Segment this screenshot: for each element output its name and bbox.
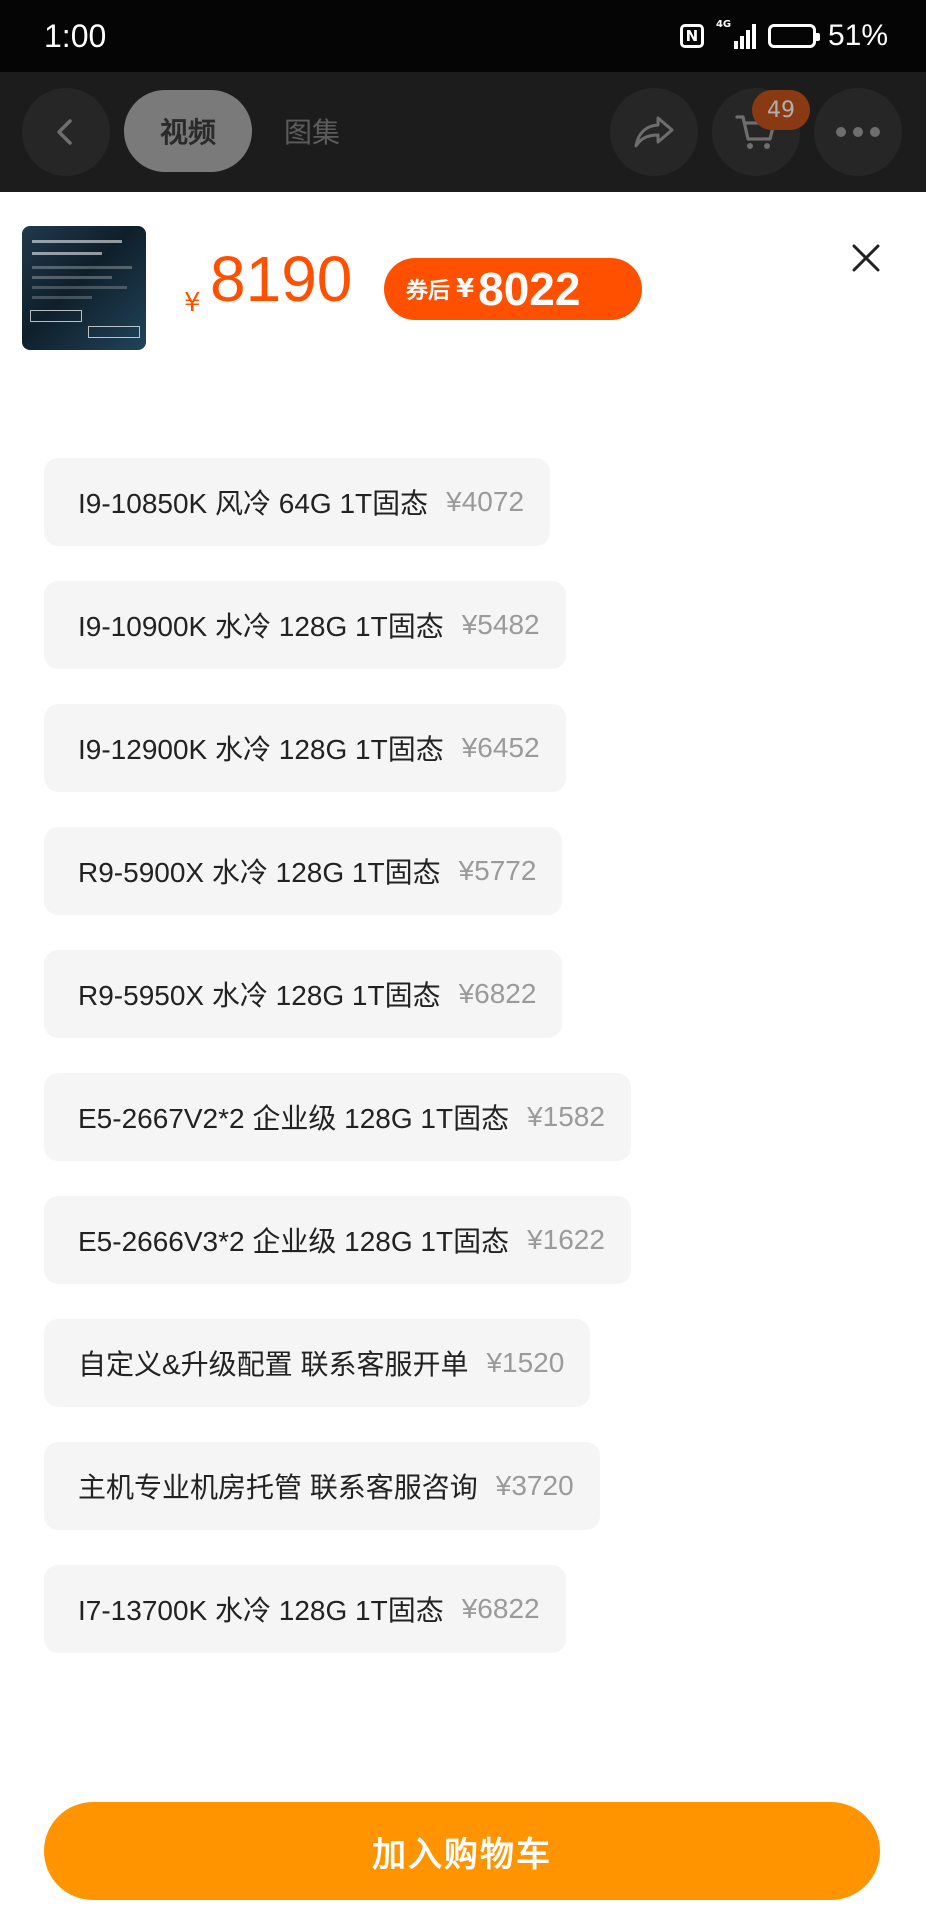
sku-option-price: ¥5772 (458, 855, 537, 886)
sku-option-label: I7-13700K 水冷 128G 1T固态 (78, 1595, 444, 1626)
sku-selector-sheet: ¥ 8190 券后 ¥ 8022 I9-10850K 风冷 64G 1T固态 ¥4… (0, 192, 926, 1920)
tab-gallery[interactable]: 图集 (284, 90, 340, 172)
more-icon (836, 127, 880, 137)
close-icon (852, 244, 880, 272)
sku-option[interactable]: I7-13700K 水冷 128G 1T固态 ¥6822 (44, 1565, 566, 1653)
sku-option[interactable]: I9-10900K 水冷 128G 1T固态 ¥5482 (44, 581, 566, 669)
sku-option-label: 自定义&升级配置 联系客服开单 (78, 1349, 469, 1380)
sku-option-label: 主机专业机房托管 联系客服咨询 (78, 1472, 478, 1503)
product-price: 8190 (210, 243, 353, 315)
coupon-price: 8022 (478, 263, 581, 315)
sku-option-label: R9-5900X 水冷 128G 1T固态 (78, 857, 441, 888)
back-arrow-icon (57, 119, 72, 145)
sku-option-label: I9-10850K 风冷 64G 1T固态 (78, 488, 429, 519)
nfc-icon: N (679, 24, 704, 48)
share-icon (634, 116, 674, 148)
top-nav: 视频 图集 49 (0, 72, 926, 192)
status-time: 1:00 (44, 17, 107, 54)
sku-option-label: I9-12900K 水冷 128G 1T固态 (78, 734, 444, 765)
coupon-price-badge: 券后 ¥ 8022 (384, 258, 642, 320)
sku-options-list: I9-10850K 风冷 64G 1T固态 ¥4072 I9-10900K 水冷 1… (44, 458, 884, 1688)
tab-video[interactable]: 视频 (124, 90, 252, 172)
sku-option-label: E5-2666V3*2 企业级 128G 1T固态 (78, 1226, 510, 1257)
status-bar: 1:00 N 4G 51% (0, 0, 926, 72)
sku-option[interactable]: E5-2666V3*2 企业级 128G 1T固态 ¥1622 (44, 1196, 631, 1284)
product-thumbnail[interactable] (22, 226, 146, 350)
sku-option-price: ¥5482 (461, 609, 540, 640)
sku-option-price: ¥3720 (495, 1470, 574, 1501)
close-button[interactable] (846, 238, 886, 278)
sku-option-price: ¥1520 (486, 1347, 565, 1378)
sku-option[interactable]: R9-5900X 水冷 128G 1T固态 ¥5772 (44, 827, 563, 915)
sku-option-label: I9-10900K 水冷 128G 1T固态 (78, 611, 444, 642)
battery-percent: 51% (827, 19, 888, 52)
add-to-cart-button[interactable]: 加入购物车 (44, 1802, 880, 1900)
sku-option-label: R9-5950X 水冷 128G 1T固态 (78, 980, 441, 1011)
network-type: 4G (715, 19, 732, 30)
sku-option-price: ¥1622 (527, 1224, 605, 1255)
sku-option-label: E5-2667V2*2 企业级 128G 1T固态 (78, 1103, 510, 1134)
cart-count-badge: 49 (752, 90, 810, 130)
status-indicators: N 4G 51% (679, 19, 888, 53)
coupon-currency: ¥ (456, 274, 475, 304)
sku-option-price: ¥4072 (446, 486, 525, 517)
sku-option[interactable]: 主机专业机房托管 联系客服咨询 ¥3720 (44, 1442, 600, 1530)
price-currency: ¥ (184, 288, 201, 318)
sku-option-price: ¥6822 (458, 978, 537, 1009)
more-button[interactable] (814, 88, 902, 176)
sku-option[interactable]: 自定义&升级配置 联系客服开单 ¥1520 (44, 1319, 591, 1407)
signal-icon: 4G (716, 19, 756, 49)
sku-option[interactable]: E5-2667V2*2 企业级 128G 1T固态 ¥1582 (44, 1073, 631, 1161)
share-button[interactable] (610, 88, 698, 176)
sku-option-price: ¥1582 (527, 1101, 605, 1132)
screen: 1:00 N 4G 51% 视频 图集 49 ¥ 8190 券后 ¥ 8022 … (0, 0, 926, 1920)
coupon-label: 券后 (406, 279, 451, 304)
sku-option[interactable]: I9-12900K 水冷 128G 1T固态 ¥6452 (44, 704, 566, 792)
sku-option[interactable]: I9-10850K 风冷 64G 1T固态 ¥4072 (44, 458, 551, 546)
sku-option[interactable]: R9-5950X 水冷 128G 1T固态 ¥6822 (44, 950, 563, 1038)
sku-option-price: ¥6822 (461, 1593, 540, 1624)
back-button[interactable] (22, 88, 110, 176)
battery-icon (767, 24, 820, 48)
sku-option-price: ¥6452 (461, 732, 540, 763)
